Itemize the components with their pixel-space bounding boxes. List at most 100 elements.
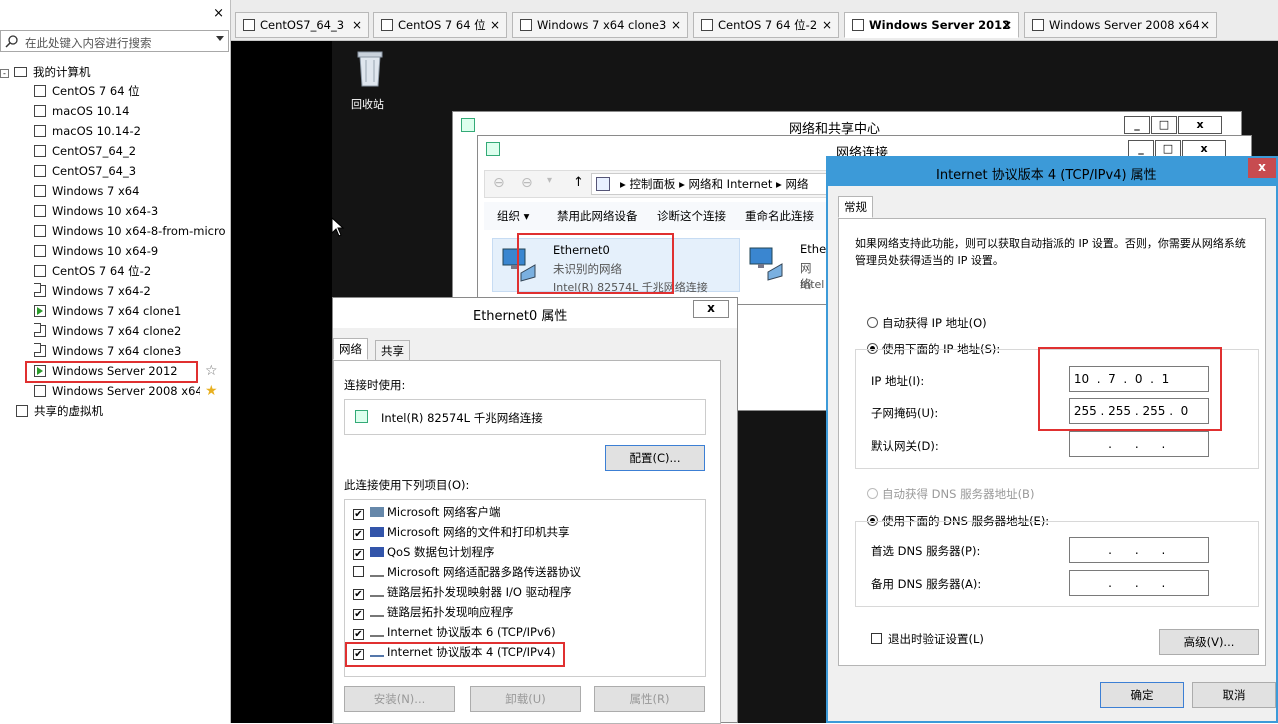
- tab-vm[interactable]: Windows 7 x64 clone3 ×: [512, 12, 688, 38]
- list-item[interactable]: ✔ Microsoft 网络客户端: [353, 502, 501, 522]
- favorite-star-icon[interactable]: ☆: [205, 363, 218, 379]
- tree-item-vm[interactable]: Windows 7 x64 clone3: [34, 341, 181, 361]
- list-item[interactable]: Microsoft 网络适配器多路传送器协议: [353, 562, 581, 582]
- checkbox[interactable]: ✔: [353, 609, 364, 620]
- close-button[interactable]: x: [693, 300, 729, 318]
- breadcrumb-item[interactable]: 控制面板: [629, 177, 675, 191]
- uninstall-button[interactable]: 卸载(U): [470, 686, 581, 712]
- tab-vm[interactable]: CentOS 7 64 位-2 ×: [693, 12, 839, 38]
- tree-item-vm[interactable]: Windows 7 x64 clone2: [34, 321, 181, 341]
- minimize-button[interactable]: _: [1124, 116, 1150, 134]
- back-icon[interactable]: ⊖: [493, 175, 505, 191]
- forward-icon[interactable]: ⊖: [521, 175, 533, 191]
- install-button[interactable]: 安装(N)...: [344, 686, 455, 712]
- disable-device-button[interactable]: 禁用此网络设备: [557, 202, 638, 230]
- list-item[interactable]: ✔ Microsoft 网络的文件和打印机共享: [353, 522, 570, 542]
- properties-button[interactable]: 属性(R): [594, 686, 705, 712]
- favorite-star-filled-icon[interactable]: ★: [205, 383, 218, 399]
- list-item[interactable]: ✔ Internet 协议版本 6 (TCP/IPv6): [353, 622, 556, 642]
- tab-panel: 如果网络支持此功能，则可以获取自动指派的 IP 设置。否则，你需要从网络系统管理…: [838, 218, 1266, 666]
- tree-item-vm[interactable]: CentOS7_64_3: [34, 161, 136, 181]
- tree-item-vm[interactable]: Windows 7 x64: [34, 181, 139, 201]
- vm-label: Windows 10 x64-3: [52, 204, 159, 218]
- checkbox[interactable]: [871, 633, 882, 644]
- ip-address-label: IP 地址(I):: [871, 374, 925, 388]
- alternate-dns-input[interactable]: . . .: [1069, 570, 1209, 596]
- rename-button[interactable]: 重命名此连接: [745, 202, 814, 230]
- breadcrumb-item[interactable]: 网络和 Internet: [689, 177, 773, 191]
- vm-icon: [243, 19, 255, 31]
- preferred-dns-input[interactable]: . . .: [1069, 537, 1209, 563]
- library-search-input[interactable]: 在此处键入内容进行搜索: [0, 30, 229, 52]
- tree-item-vm[interactable]: Windows Server 2008 x64: [34, 381, 200, 401]
- close-icon[interactable]: ×: [671, 13, 681, 37]
- cancel-button[interactable]: 取消: [1192, 682, 1276, 708]
- recycle-bin-icon[interactable]: [350, 48, 390, 88]
- tab-vm[interactable]: CentOS7_64_3 ×: [235, 12, 369, 38]
- auto-ip-radio[interactable]: 自动获得 IP 地址(O): [867, 315, 987, 331]
- checkbox[interactable]: ✔: [353, 629, 364, 640]
- tree-item-vm[interactable]: CentOS 7 64 位-2: [34, 261, 151, 281]
- checkbox[interactable]: [353, 566, 364, 577]
- item-label: Microsoft 网络适配器多路传送器协议: [387, 565, 581, 579]
- radio-button[interactable]: [867, 488, 878, 499]
- tab-sharing[interactable]: 共享: [375, 340, 410, 362]
- history-dropdown-icon[interactable]: ▾: [547, 175, 552, 186]
- vm-icon: [34, 185, 46, 197]
- up-icon[interactable]: ↑: [573, 175, 584, 190]
- checkbox[interactable]: ✔: [353, 529, 364, 540]
- close-button[interactable]: x: [1178, 116, 1222, 134]
- library-close-button[interactable]: ×: [213, 7, 224, 20]
- preferred-dns-label: 首选 DNS 服务器(P):: [871, 544, 981, 558]
- close-icon[interactable]: ×: [1200, 13, 1210, 37]
- list-item[interactable]: ✔ 链路层拓扑发现映射器 I/O 驱动程序: [353, 582, 572, 602]
- collapse-icon[interactable]: -: [0, 69, 9, 78]
- checkbox[interactable]: ✔: [353, 549, 364, 560]
- tab-vm[interactable]: Windows Server 2008 x64 ×: [1024, 12, 1217, 38]
- tree-item-vm[interactable]: CentOS7_64_2: [34, 141, 136, 161]
- checkbox[interactable]: ✔: [353, 589, 364, 600]
- vm-icon: [1032, 19, 1044, 31]
- vm-icon: [34, 245, 46, 257]
- list-item[interactable]: ✔ QoS 数据包计划程序: [353, 542, 495, 562]
- radio-button[interactable]: [867, 317, 878, 328]
- diagnose-button[interactable]: 诊断这个连接: [657, 202, 726, 230]
- tab-general[interactable]: 常规: [838, 196, 873, 218]
- breadcrumb-item[interactable]: 网络: [785, 177, 808, 191]
- list-item[interactable]: ✔ 链路层拓扑发现响应程序: [353, 602, 514, 622]
- validate-checkbox[interactable]: 退出时验证设置(L): [871, 631, 984, 647]
- tree-item-vm[interactable]: macOS 10.14-2: [34, 121, 141, 141]
- network-icon: [461, 118, 475, 132]
- tree-item-vm[interactable]: Windows 10 x64-8-from-micro: [34, 221, 229, 241]
- tree-item-vm[interactable]: Windows 10 x64-9: [34, 241, 158, 261]
- advanced-button[interactable]: 高级(V)...: [1159, 629, 1259, 655]
- close-icon[interactable]: ×: [352, 13, 362, 37]
- close-button[interactable]: x: [1248, 158, 1276, 178]
- search-dropdown-icon[interactable]: [216, 36, 224, 41]
- tab-vm-active[interactable]: Windows Server 2012 ×: [844, 12, 1019, 38]
- auto-dns-radio[interactable]: 自动获得 DNS 服务器地址(B): [867, 486, 1034, 502]
- vm-icon: [34, 105, 46, 117]
- adapter-ethernet1[interactable]: Ethe 网络 Intel: [748, 238, 826, 292]
- tree-item-vm[interactable]: macOS 10.14: [34, 101, 130, 121]
- organize-menu[interactable]: 组织 ▾: [497, 202, 529, 230]
- tree-item-vm[interactable]: CentOS 7 64 位: [34, 81, 140, 101]
- configure-button[interactable]: 配置(C)...: [605, 445, 705, 471]
- checkbox[interactable]: ✔: [353, 509, 364, 520]
- maximize-button[interactable]: □: [1151, 116, 1177, 134]
- tree-item-vm[interactable]: Windows 7 x64 clone1: [34, 301, 181, 321]
- radio-label: 自动获得 DNS 服务器地址(B): [882, 487, 1035, 501]
- tree-item-vm[interactable]: Windows 10 x64-3: [34, 201, 158, 221]
- tab-network[interactable]: 网络: [333, 338, 368, 360]
- tree-item-vm[interactable]: Windows 7 x64-2: [34, 281, 151, 301]
- tree-my-computer[interactable]: - 我的计算机: [0, 62, 91, 82]
- tab-vm[interactable]: CentOS 7 64 位 ×: [373, 12, 507, 38]
- vm-icon: [34, 225, 46, 237]
- close-icon[interactable]: ×: [1002, 13, 1012, 37]
- tab-label: Windows 7 x64 clone3: [537, 18, 667, 32]
- close-icon[interactable]: ×: [490, 13, 500, 37]
- tree-shared-vms[interactable]: 共享的虚拟机: [16, 401, 103, 421]
- gateway-input[interactable]: . . .: [1069, 431, 1209, 457]
- ok-button[interactable]: 确定: [1100, 682, 1184, 708]
- close-icon[interactable]: ×: [822, 13, 832, 37]
